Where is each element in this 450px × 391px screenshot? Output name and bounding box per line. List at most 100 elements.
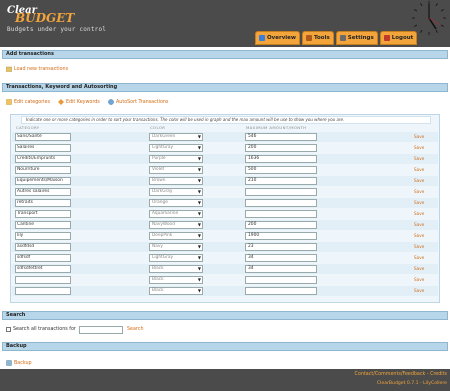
search-button-label: Search — [127, 327, 144, 332]
save-button[interactable]: Save — [414, 211, 424, 216]
color-select[interactable]: Black ▼ — [149, 287, 203, 295]
save-button[interactable]: Save — [414, 222, 424, 227]
color-select[interactable]: Black ▼ — [149, 265, 203, 273]
max-amount-input[interactable] — [245, 287, 317, 295]
max-amount-input[interactable] — [245, 210, 317, 218]
dropdown-arrow-icon: ▼ — [197, 266, 201, 271]
color-value: Black — [152, 288, 164, 293]
save-button[interactable]: Save — [414, 167, 424, 172]
autosort-link[interactable]: AutoSort Transactions — [108, 99, 168, 105]
color-value: Aquamarine — [152, 211, 179, 216]
category-input[interactable]: lily — [15, 232, 71, 240]
category-input[interactable]: Sans/Santé — [15, 133, 71, 141]
edit-categories-label: Edit categories — [14, 99, 50, 105]
backup-section-bar[interactable]: Backup — [2, 342, 448, 351]
nav-logout-label: Logout — [391, 35, 414, 41]
logout-icon — [383, 35, 390, 41]
save-button[interactable]: Save — [414, 255, 424, 260]
dropdown-arrow-icon: ▼ — [197, 277, 201, 282]
save-button[interactable]: Save — [414, 156, 424, 161]
category-input[interactable]: Nourriture — [15, 166, 71, 174]
color-select[interactable]: DarkGreen ▼ — [149, 133, 203, 141]
category-input[interactable] — [15, 276, 71, 284]
color-value: Brown — [152, 178, 166, 183]
max-amount-input[interactable]: 200 — [245, 144, 317, 152]
table-row: Black ▼ Save — [12, 275, 438, 285]
save-button[interactable]: Save — [414, 200, 424, 205]
color-select[interactable]: NavyWood ▼ — [149, 221, 203, 229]
backup-link[interactable]: Backup — [6, 360, 32, 366]
max-amount-input[interactable]: 500 — [245, 166, 317, 174]
settings-icon — [339, 35, 346, 41]
load-new-transactions-link[interactable]: Load new transactions — [6, 66, 68, 72]
nav-logout[interactable]: Logout — [379, 31, 418, 45]
save-button[interactable]: Save — [414, 233, 424, 238]
search-row: Search all transactions for — [6, 327, 76, 332]
search-input[interactable] — [79, 326, 123, 334]
max-amount-input[interactable]: 23 — [245, 243, 317, 251]
edit-categories-link[interactable]: Edit categories — [6, 99, 50, 105]
categories-header: CATEGORY COLOR MAXIMUM AMOUNT/MONTH — [12, 125, 438, 131]
color-select[interactable]: Aquamarine ▼ — [149, 210, 203, 218]
color-select[interactable]: Black ▼ — [149, 276, 203, 284]
color-select[interactable]: DarkGray ▼ — [149, 188, 203, 196]
nav-overview[interactable]: Overview — [255, 31, 300, 45]
color-select[interactable]: Violet ▼ — [149, 166, 203, 174]
color-select[interactable]: LightGray ▼ — [149, 144, 203, 152]
category-input[interactable]: retraits — [15, 199, 71, 207]
color-select[interactable]: LightGray ▼ — [149, 254, 203, 262]
save-button[interactable]: Save — [414, 244, 424, 249]
max-amount-input[interactable]: 1636 — [245, 155, 317, 163]
checkbox-icon[interactable] — [6, 327, 11, 332]
footer-links[interactable]: Contact/Comments/Feedback - Credits — [355, 372, 447, 377]
keyword-section-bar[interactable]: Transactions, Keyword and Autosorting — [2, 83, 448, 92]
max-amount-input[interactable]: 210 — [245, 177, 317, 185]
category-input[interactable]: Transport — [15, 210, 71, 218]
category-input[interactable]: asdfdsd — [15, 243, 71, 251]
add-transactions-bar[interactable]: Add transactions — [2, 50, 448, 59]
color-select[interactable]: Purple ▼ — [149, 155, 203, 163]
table-row: Transport Aquamarine ▼ Save — [12, 209, 438, 219]
edit-keywords-link[interactable]: Edit Keywords — [58, 99, 100, 105]
edit-categories-icon — [6, 99, 12, 105]
category-input[interactable]: Credits/Emprunts — [15, 155, 71, 163]
max-amount-input[interactable]: 200 — [245, 221, 317, 229]
category-input[interactable] — [15, 287, 71, 295]
max-amount-input[interactable]: 1900 — [245, 232, 317, 240]
category-input[interactable]: Autres salaires — [15, 188, 71, 196]
max-amount-input[interactable]: 34 — [245, 265, 317, 273]
save-button[interactable]: Save — [414, 145, 424, 150]
autosort-icon — [108, 99, 114, 105]
save-button[interactable]: Save — [414, 178, 424, 183]
nav-tools[interactable]: Tools — [302, 31, 334, 45]
color-select[interactable]: Brown ▼ — [149, 177, 203, 185]
nav-settings[interactable]: Settings — [335, 31, 378, 45]
category-input[interactable]: Cantine — [15, 221, 71, 229]
category-input[interactable]: Salaires — [15, 144, 71, 152]
category-input[interactable]: Equipements/Maison — [15, 177, 71, 185]
max-amount-input[interactable] — [245, 188, 317, 196]
color-value: DarkGreen — [152, 134, 176, 139]
color-select[interactable]: DeepPink ▼ — [149, 232, 203, 240]
save-button[interactable]: Save — [414, 134, 424, 139]
search-section-bar[interactable]: Search — [2, 311, 448, 320]
color-select[interactable]: Navy ▼ — [149, 243, 203, 251]
category-input[interactable]: sdfsdf — [15, 254, 71, 262]
save-button[interactable]: Save — [414, 189, 424, 194]
color-select[interactable]: Orange ▼ — [149, 199, 203, 207]
max-amount-input[interactable] — [245, 199, 317, 207]
save-button[interactable]: Save — [414, 266, 424, 271]
save-button[interactable]: Save — [414, 288, 424, 293]
dropdown-arrow-icon: ▼ — [197, 156, 201, 161]
table-row: lily DeepPink ▼ 1900 Save — [12, 231, 438, 241]
save-button[interactable]: Save — [414, 277, 424, 282]
category-input[interactable]: sdfsdfettret — [15, 265, 71, 273]
max-amount-input[interactable]: 34 — [245, 254, 317, 262]
color-value: Purple — [152, 156, 166, 161]
max-amount-input[interactable] — [245, 276, 317, 284]
dropdown-arrow-icon: ▼ — [197, 288, 201, 293]
color-value: DeepPink — [152, 233, 173, 238]
app-header: Clear BUDGET Budgets under your control … — [0, 0, 450, 47]
search-button[interactable]: Search — [127, 327, 143, 332]
max-amount-input[interactable]: 546 — [245, 133, 317, 141]
